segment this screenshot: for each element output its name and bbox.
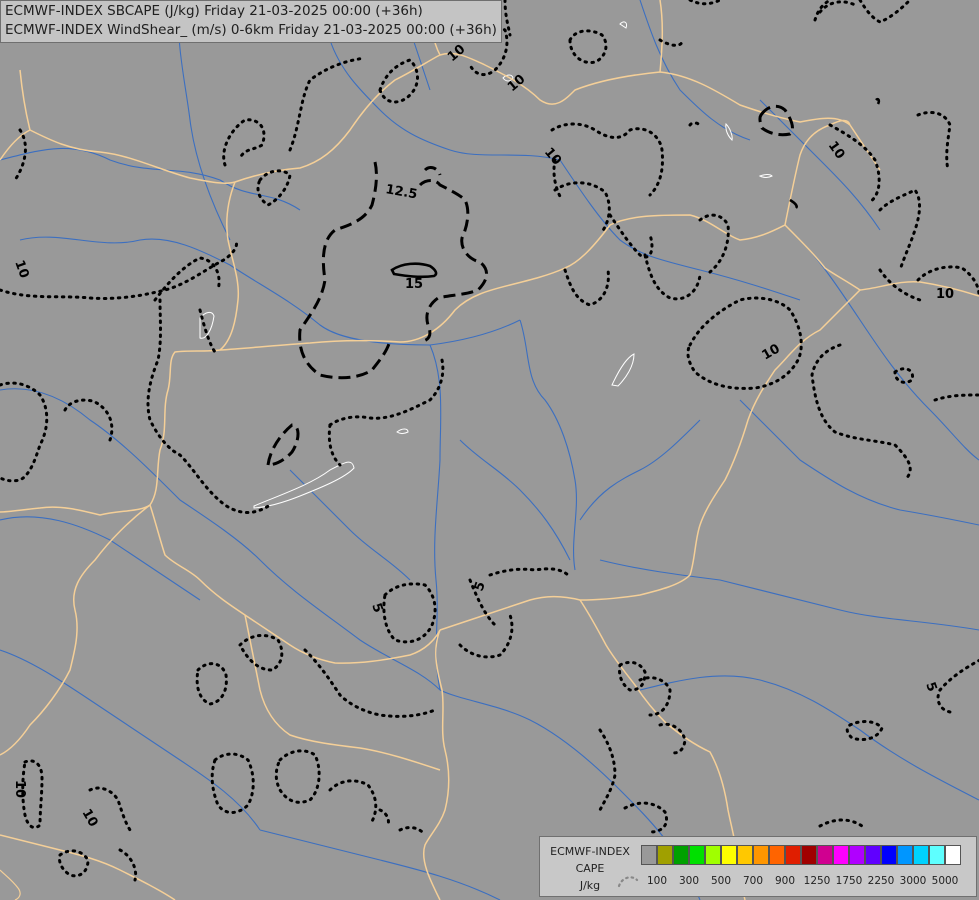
legend-tick-label: 300 [678,875,700,887]
legend-tick-label: 5000 [931,875,959,887]
legend-tick-label: 2250 [867,875,895,887]
legend-tick-label: 900 [774,875,796,887]
contour-label: 10 [12,780,27,798]
legend-dotted-sample [617,876,639,888]
legend-swatch [753,845,769,865]
legend-swatch [817,845,833,865]
legend-color-scale [641,845,961,865]
contour-label: 10 [936,287,954,302]
legend-swatch [657,845,673,865]
legend-swatch [689,845,705,865]
legend-tick-label: 1750 [835,875,863,887]
legend-swatch [641,845,657,865]
legend-swatch [929,845,945,865]
legend-swatch [913,845,929,865]
legend-tick-label: 3000 [899,875,927,887]
legend-swatch [737,845,753,865]
legend-source: ECMWF-INDEX [550,845,630,858]
title-line-sbcape: ECMWF-INDEX SBCAPE (J/kg) Friday 21-03-2… [5,3,423,19]
legend-swatch [833,845,849,865]
legend-swatch [705,845,721,865]
legend-swatch [849,845,865,865]
legend-swatch [785,845,801,865]
legend-tick-label: 100 [646,875,668,887]
map-title: ECMWF-INDEX SBCAPE (J/kg) Friday 21-03-2… [0,0,502,43]
legend-tick-label: 700 [742,875,764,887]
legend-ticks: 100 300 500 700 900 1250 1750 2250 3000 5000 [641,875,977,889]
legend-swatch [881,845,897,865]
title-line-windshear: ECMWF-INDEX WindShear_ (m/s) 0-6km Frida… [5,22,497,38]
weather-map: 10 10 10 12.5 15 10 10 10 10 5 5 5 10 10 [0,0,979,900]
legend-swatch [721,845,737,865]
contour-label: 15 [405,277,423,292]
legend-tick-label: 500 [710,875,732,887]
legend-swatch [673,845,689,865]
legend-tick-label: 1250 [803,875,831,887]
cape-legend: ECMWF-INDEX CAPE J/kg 100 300 500 700 900 125… [539,836,977,897]
legend-swatch [897,845,913,865]
legend-swatch [769,845,785,865]
legend-swatch [945,845,961,865]
legend-swatch [801,845,817,865]
legend-swatch [865,845,881,865]
